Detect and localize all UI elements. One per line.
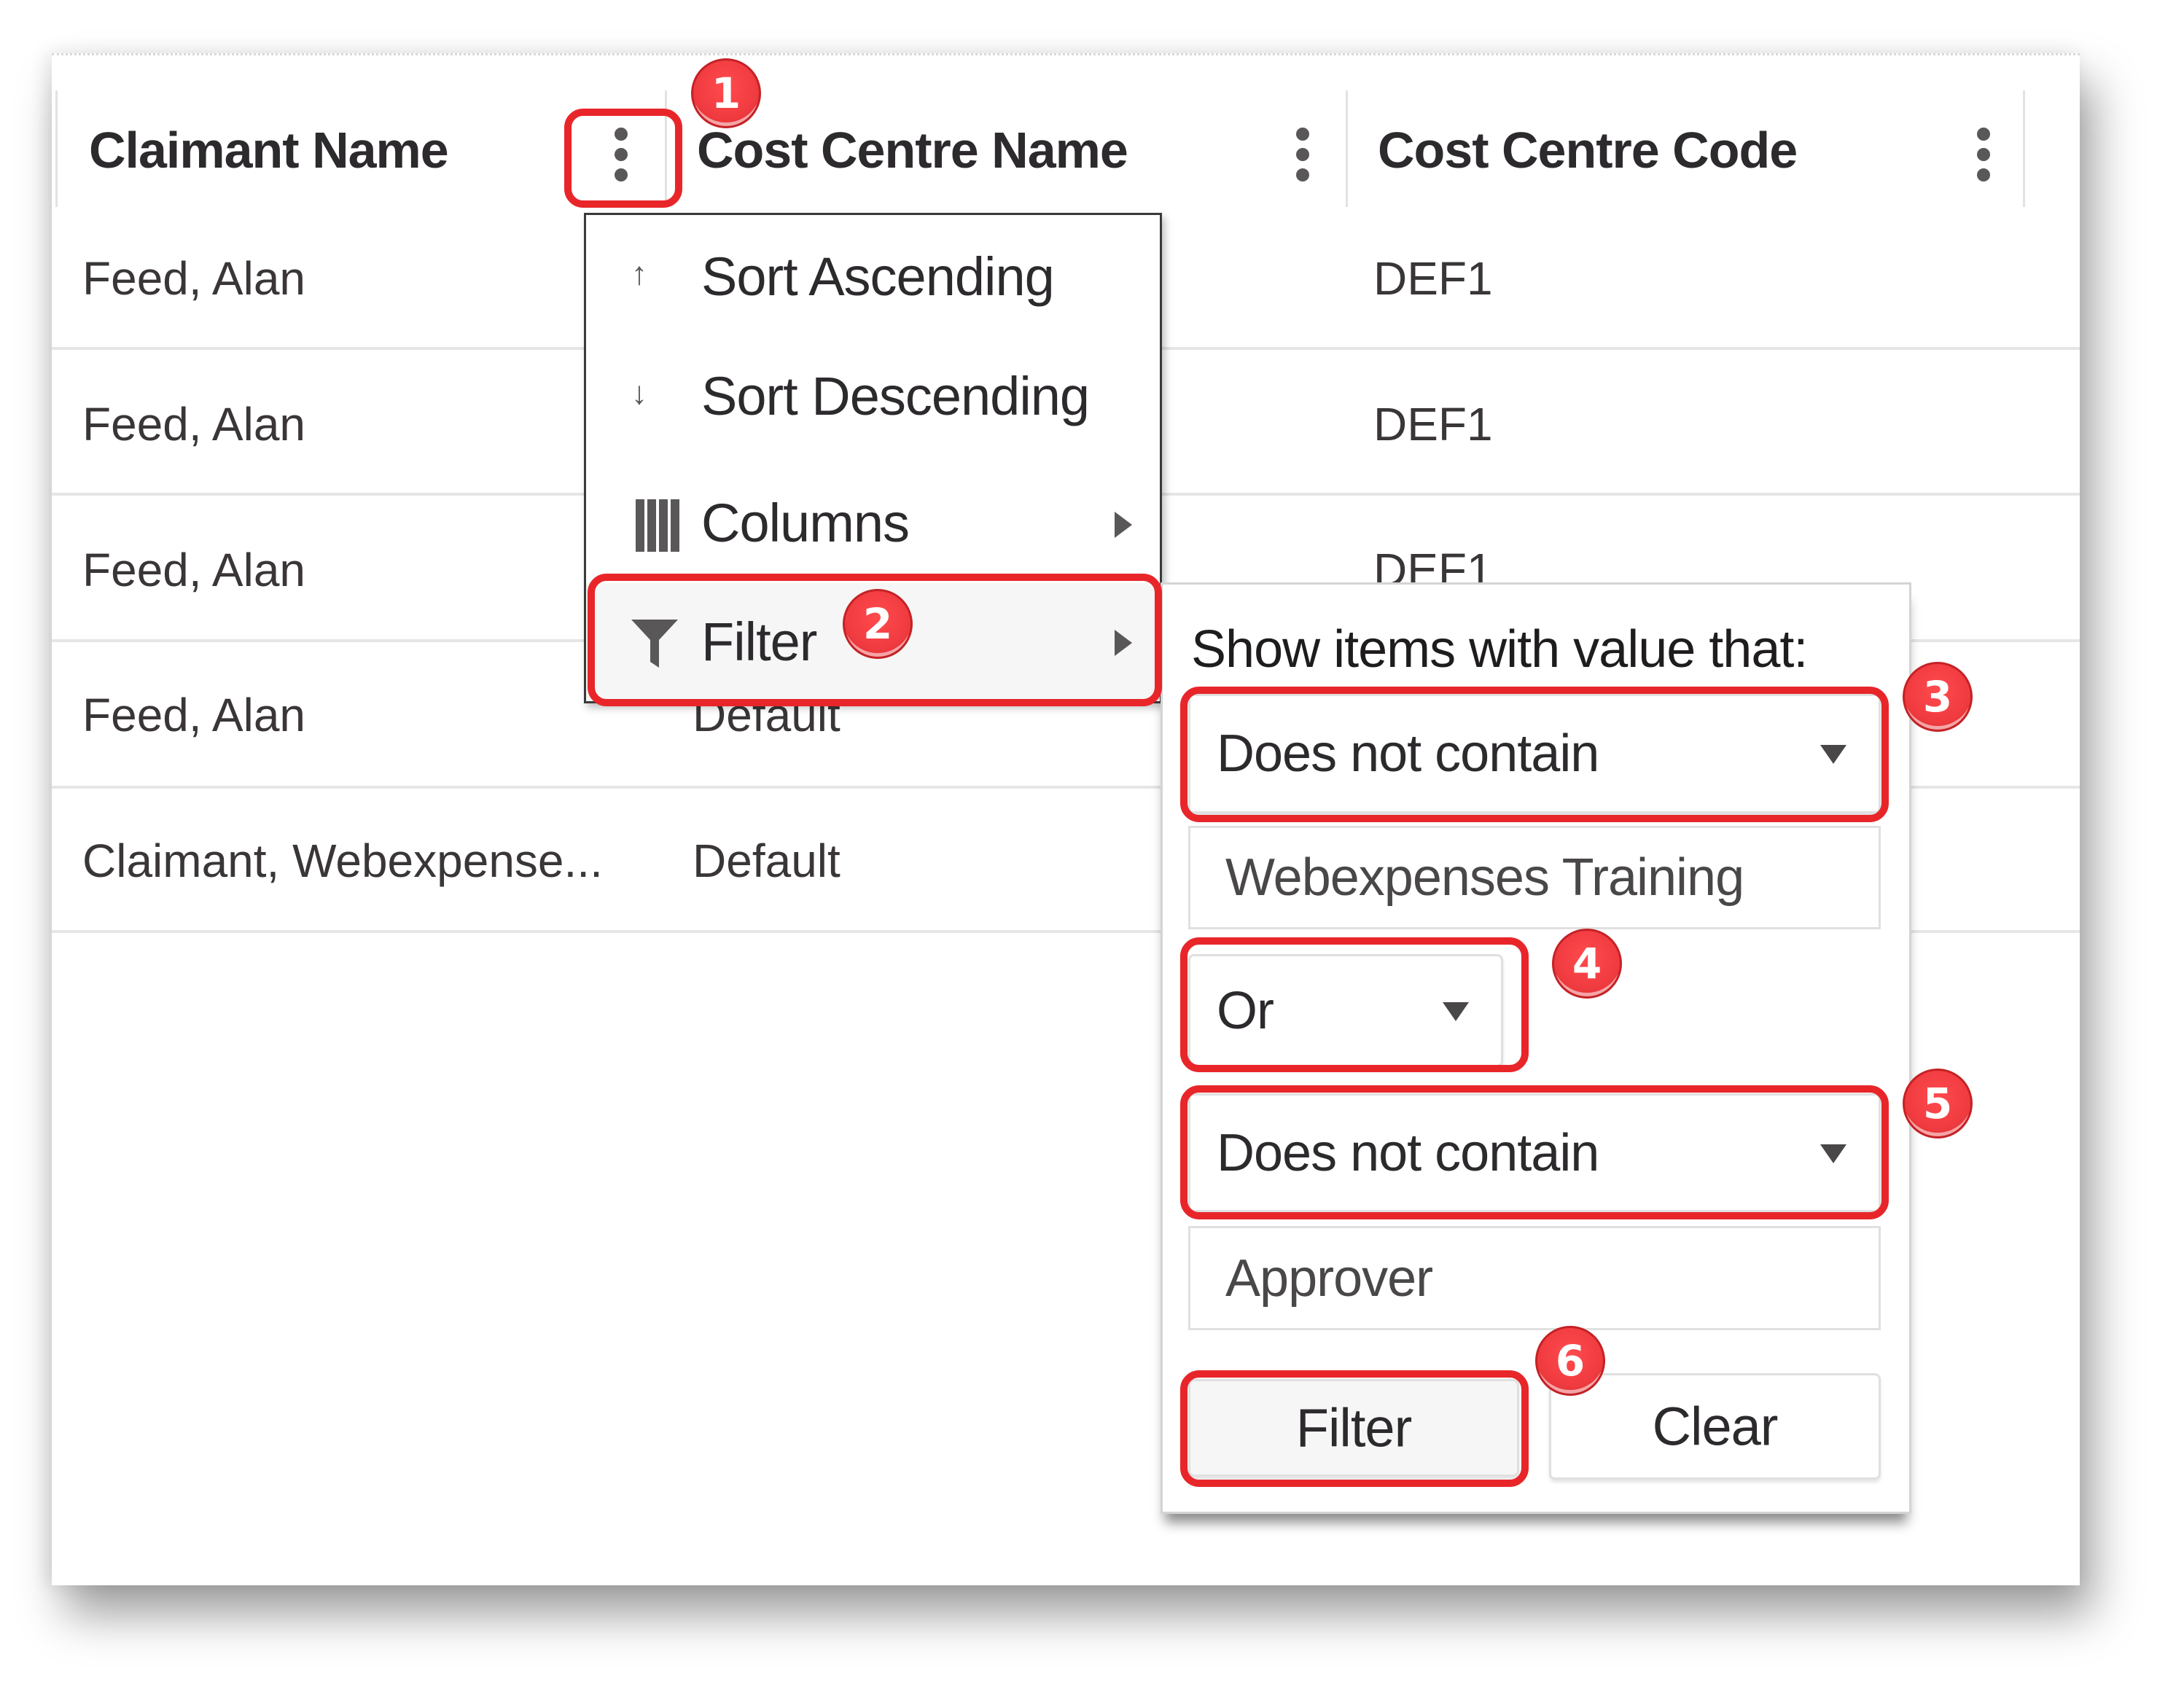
cell-claimant-name: Feed, Alan [82, 252, 305, 305]
filter-operator-2-dropdown[interactable]: Does not contain [1188, 1093, 1881, 1212]
cell-claimant-name: Feed, Alan [82, 689, 305, 741]
column-header-cost-centre-name[interactable]: Cost Centre Name [697, 121, 1128, 179]
chevron-down-icon [1443, 1001, 1469, 1021]
dropdown-value: Does not contain [1217, 1123, 1599, 1182]
dropdown-value: Or [1217, 981, 1274, 1040]
cell-cost-centre-name: Default [693, 835, 841, 887]
cell-cost-centre-code: DEF1 [1373, 252, 1493, 305]
input-value: Approver [1225, 1249, 1433, 1308]
arrow-up-icon: ↑ [631, 256, 647, 292]
cell-claimant-name: Claimant, Webexpense... [82, 835, 603, 887]
column-divider[interactable] [2023, 90, 2025, 207]
column-divider [55, 90, 58, 207]
menu-item-sort-ascending[interactable]: ↑ Sort Ascending [586, 224, 1160, 333]
step-badge-1: 1 [691, 58, 761, 128]
column-divider[interactable] [665, 90, 667, 207]
menu-item-label: Sort Ascending [701, 246, 1055, 307]
submenu-arrow-icon [1115, 630, 1132, 656]
input-value: Webexpenses Training [1225, 848, 1744, 907]
column-menu-kebab-icon[interactable] [607, 128, 636, 183]
column-menu-kebab-icon[interactable] [1969, 128, 1998, 183]
step-badge-4: 4 [1552, 929, 1622, 999]
chevron-down-icon [1820, 745, 1846, 764]
menu-item-label: Columns [701, 493, 910, 553]
cell-cost-centre-code: DEF1 [1373, 398, 1493, 450]
step-badge-5: 5 [1903, 1069, 1973, 1139]
filter-panel-title: Show items with value that: [1191, 620, 1808, 679]
step-badge-2: 2 [843, 589, 913, 659]
filter-icon [631, 620, 678, 676]
submenu-arrow-icon [1115, 512, 1132, 538]
step-badge-3: 3 [1903, 662, 1973, 732]
chevron-down-icon [1820, 1144, 1846, 1163]
menu-item-sort-descending[interactable]: ↓ Sort Descending [586, 343, 1160, 453]
menu-item-label: Filter [701, 612, 817, 672]
filter-clear-button[interactable]: Clear [1549, 1373, 1881, 1480]
cell-claimant-name: Feed, Alan [82, 398, 305, 450]
button-label: Clear [1652, 1396, 1779, 1457]
filter-value-1-input[interactable]: Webexpenses Training [1188, 826, 1881, 929]
dropdown-value: Does not contain [1217, 725, 1599, 783]
step-badge-6: 6 [1535, 1326, 1605, 1396]
column-divider[interactable] [1346, 90, 1348, 207]
column-header-claimant-name[interactable]: Claimant Name [89, 121, 449, 179]
cell-claimant-name: Feed, Alan [82, 544, 305, 596]
filter-operator-1-dropdown[interactable]: Does not contain [1188, 694, 1881, 813]
menu-item-label: Sort Descending [701, 366, 1090, 426]
column-menu-kebab-icon[interactable] [1288, 128, 1317, 183]
column-header-cost-centre-code[interactable]: Cost Centre Code [1378, 121, 1798, 179]
columns-icon [636, 499, 679, 560]
filter-apply-button[interactable]: Filter [1188, 1379, 1519, 1477]
arrow-down-icon: ↓ [631, 375, 647, 411]
filter-logic-dropdown[interactable]: Or [1188, 954, 1503, 1067]
button-label: Filter [1295, 1397, 1412, 1458]
menu-item-columns[interactable]: Columns [586, 470, 1160, 579]
filter-value-2-input[interactable]: Approver [1188, 1226, 1881, 1330]
